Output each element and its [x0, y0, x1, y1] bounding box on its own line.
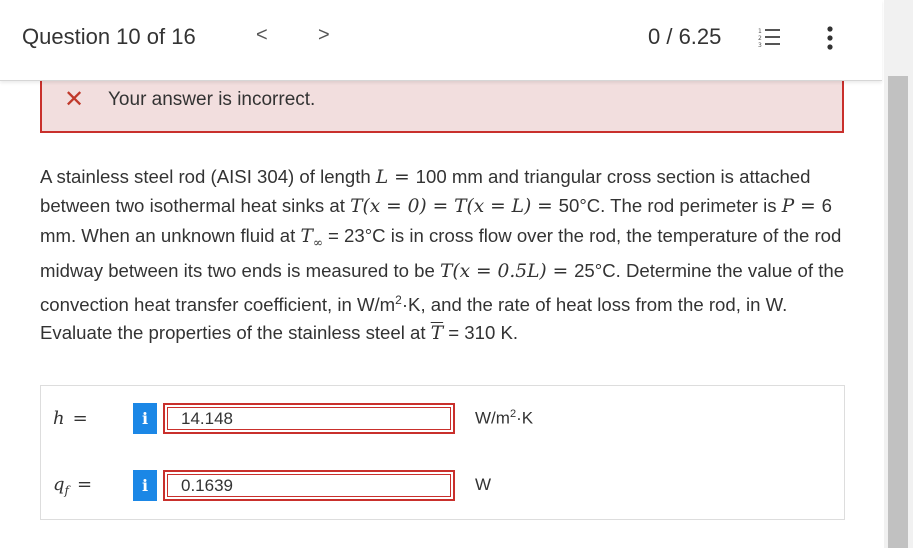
- scrollbar-thumb[interactable]: [888, 76, 908, 548]
- info-icon[interactable]: i: [133, 403, 157, 434]
- qf-label: qf =: [53, 474, 92, 498]
- unit-tail: ·K: [516, 408, 534, 428]
- more-vertical-icon[interactable]: [826, 26, 834, 55]
- previous-question-button[interactable]: <: [256, 24, 268, 47]
- equals-sign: =: [794, 196, 822, 218]
- boundary-condition-expression: T(x = 0) = T(x = L) =: [350, 196, 559, 218]
- symbol-perimeter: P: [781, 196, 795, 218]
- midpoint-temperature-expression: T(x = 0.5L) =: [439, 260, 575, 282]
- equals-sign: =: [76, 474, 93, 495]
- problem-text: 50°C. The rod perimeter is: [558, 195, 782, 217]
- f-subscript: f: [64, 483, 69, 498]
- problem-text: = 310 K.: [443, 322, 519, 344]
- svg-text:2: 2: [758, 35, 762, 42]
- numbered-list-icon[interactable]: 1 2 3: [758, 27, 780, 52]
- qf-unit: W: [475, 475, 492, 494]
- problem-statement: A stainless steel rod (AISI 304) of leng…: [40, 163, 850, 349]
- symbol-length: L: [375, 167, 389, 188]
- score-display: 0 / 6.25: [648, 24, 722, 49]
- next-question-button[interactable]: >: [318, 24, 330, 47]
- problem-text: A stainless steel rod (AISI 304) of leng…: [40, 166, 376, 187]
- superscript-2: 2: [395, 292, 402, 307]
- h-answer-input[interactable]: [163, 403, 455, 434]
- symbol-fluid-temperature: T: [300, 225, 313, 247]
- unit-base: W/m: [475, 408, 510, 428]
- symbol-mean-temperature: T: [430, 323, 444, 345]
- qf-answer-input[interactable]: [163, 470, 455, 501]
- question-header: Question 10 of 16 < > 0 / 6.25 1 2 3: [0, 0, 882, 81]
- incorrect-answer-alert: ✕ Your answer is incorrect.: [40, 80, 844, 133]
- svg-text:1: 1: [758, 28, 762, 35]
- svg-text:3: 3: [758, 42, 762, 47]
- answer-panel: h= i W/m2·K qf= i W: [40, 385, 845, 520]
- info-icon[interactable]: i: [133, 470, 157, 501]
- x-mark-icon: ✕: [64, 86, 85, 113]
- equals-sign: =: [388, 167, 416, 188]
- h-label: h =: [53, 408, 88, 429]
- q-symbol: q: [53, 474, 65, 495]
- infinity-subscript: ∞: [312, 235, 323, 250]
- alert-message: Your answer is incorrect.: [108, 89, 316, 110]
- question-counter: Question 10 of 16: [22, 24, 196, 49]
- h-unit: W/m2·K: [475, 408, 533, 429]
- equals-sign: =: [72, 408, 88, 429]
- h-symbol: h: [53, 408, 65, 429]
